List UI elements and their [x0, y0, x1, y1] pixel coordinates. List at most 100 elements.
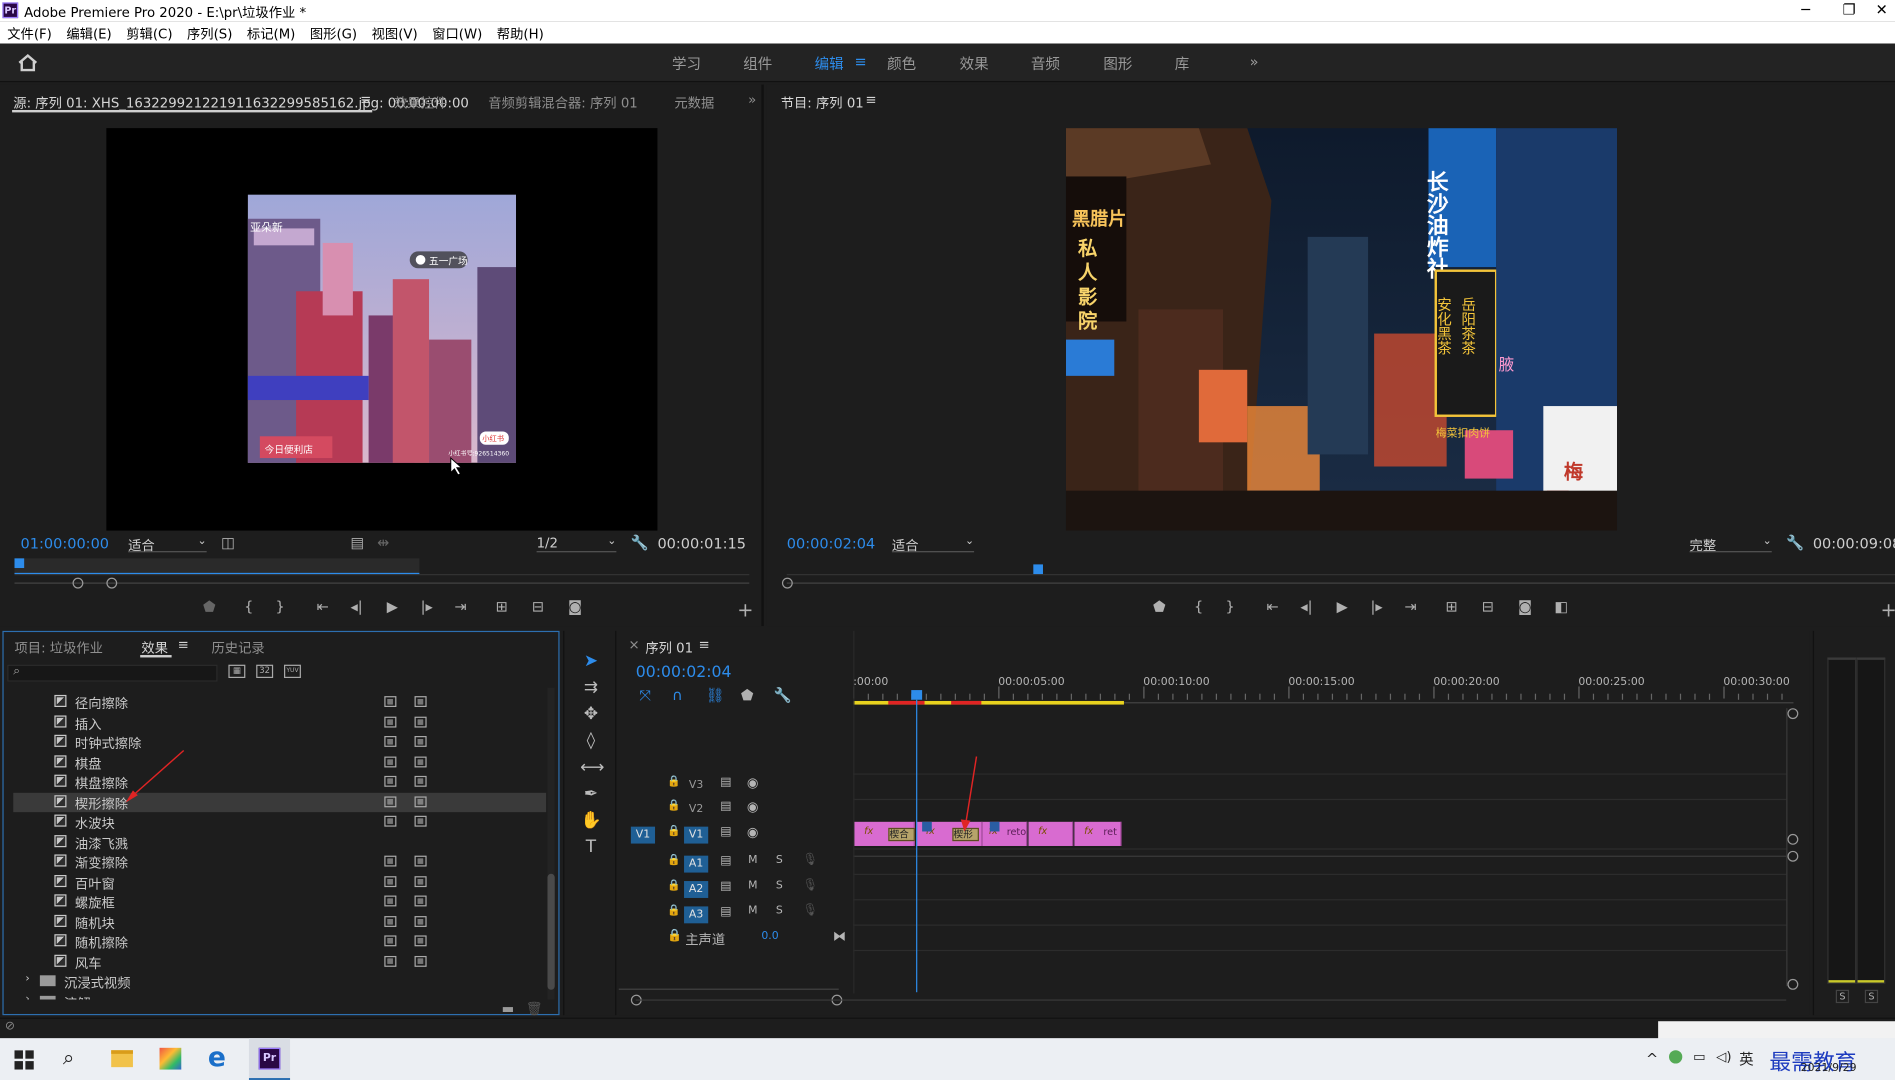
button-editor-add-icon[interactable]: + [737, 598, 753, 621]
menu-edit[interactable]: 编辑(E) [59, 22, 119, 44]
microphone-icon[interactable]: 🎙 [802, 853, 817, 866]
mark-in-icon[interactable]: { [244, 598, 253, 615]
sync-lock-icon[interactable]: ▤ [720, 776, 731, 789]
razor-tool-icon[interactable]: ◊ [580, 730, 602, 752]
home-icon[interactable] [17, 53, 39, 72]
effect-item[interactable]: 螺旋框 ▦ ▦ [13, 892, 546, 911]
source-panel-menu-icon[interactable]: ≡ [360, 92, 371, 108]
vertical-zoom-handle-mid[interactable] [1787, 833, 1799, 845]
pen-tool-icon[interactable]: ✒ [580, 783, 602, 805]
effect-item[interactable]: 径向擦除 ▦ ▦ [13, 692, 546, 712]
effect-item[interactable]: 楔形擦除 ▦ ▦ [13, 792, 547, 812]
go-to-out-icon[interactable]: ⇥ [1404, 598, 1416, 615]
effect-item[interactable]: 百叶窗 ▦ ▦ [13, 872, 546, 891]
effects-scrollbar-thumb[interactable] [547, 873, 555, 990]
file-explorer-icon[interactable] [111, 1050, 133, 1068]
export-frame-icon[interactable]: ◙ [1518, 598, 1532, 615]
go-to-in-icon[interactable]: ⇤ [1267, 598, 1279, 615]
yuv-effects-icon[interactable]: YUV [284, 664, 301, 678]
effect-item[interactable]: 棋盘擦除 ▦ ▦ [13, 772, 546, 792]
type-tool-icon[interactable]: T [580, 836, 602, 858]
step-forward-icon[interactable]: |▸ [1370, 598, 1382, 615]
solo-button[interactable]: S [776, 905, 783, 917]
delete-icon[interactable]: 🗑 [526, 1001, 543, 1017]
tab-program[interactable]: 节目: 序列 01 [781, 93, 864, 112]
zoom-handle-left[interactable] [72, 577, 84, 589]
step-forward-icon[interactable]: |▸ [421, 598, 433, 615]
lock-icon[interactable]: 🔒 [667, 825, 681, 837]
program-timecode[interactable]: 00:00:02:04 [787, 535, 875, 552]
workspace-tab-color[interactable]: 颜色 [887, 53, 916, 74]
timeline-scrollbar[interactable] [635, 999, 1787, 1001]
lock-icon[interactable]: 🔒 [667, 929, 682, 942]
go-to-next-keyframe-icon[interactable]: ⧓ [833, 928, 846, 944]
app-icon[interactable] [159, 1047, 182, 1070]
insert-icon[interactable]: ⊞ [496, 598, 508, 615]
track-target-a3[interactable]: A3 [684, 906, 709, 924]
add-marker-icon[interactable]: ⬟ [1153, 598, 1166, 615]
linked-selection-icon[interactable]: ⛓ [706, 686, 724, 703]
add-marker-icon[interactable]: ⬟ [741, 686, 754, 703]
comparison-view-icon[interactable]: ◧ [1554, 598, 1568, 615]
transition-marker[interactable]: 楔合 [888, 827, 915, 842]
source-timecode[interactable]: 01:00:00:00 [21, 535, 109, 552]
workspace-tab-audio[interactable]: 音频 [1031, 53, 1060, 74]
track-target-v2[interactable]: V2 [684, 801, 708, 818]
panel-overflow-icon[interactable]: » [748, 92, 756, 108]
workspace-tab-assembly[interactable]: 组件 [743, 53, 772, 74]
program-zoom-handle[interactable] [781, 577, 793, 589]
sync-lock-icon[interactable]: ▤ [720, 854, 731, 867]
effect-item[interactable]: 渐变擦除 ▦ ▦ [13, 852, 546, 871]
tab-project[interactable]: 项目: 垃圾作业 [15, 638, 103, 657]
timeline-ruler[interactable]: :00:00 00:00:05:00 00:00:10:00 00:00:15:00 0… [853, 674, 1794, 704]
windows-start-icon[interactable] [14, 1050, 34, 1070]
effect-item[interactable]: 水波块 ▦ ▦ [13, 812, 546, 831]
close-button[interactable]: ✕ [1868, 0, 1895, 22]
sync-lock-icon[interactable]: ▤ [720, 880, 731, 893]
drag-video-icon[interactable]: ⇹ [377, 534, 389, 551]
play-icon[interactable]: ▶ [387, 598, 398, 615]
menu-sequence[interactable]: 序列(S) [180, 22, 240, 44]
solo-button[interactable]: S [776, 854, 783, 866]
source-time-ruler[interactable] [14, 558, 750, 576]
lock-icon[interactable]: 🔒 [667, 800, 681, 812]
timeline-timecode[interactable]: 00:00:02:04 [636, 663, 732, 681]
search-icon[interactable]: ⌕ [63, 1047, 75, 1071]
program-time-ruler[interactable] [786, 558, 1895, 576]
tab-metadata[interactable]: 元数据 [674, 93, 714, 112]
lock-icon[interactable]: 🔒 [667, 776, 681, 788]
settings-wrench-icon[interactable]: 🔧 [1786, 534, 1804, 551]
program-zoom-bar[interactable] [786, 582, 1895, 584]
workspace-tab-effects[interactable]: 效果 [960, 53, 989, 74]
effect-item[interactable]: 随机擦除 ▦ ▦ [13, 932, 546, 951]
effect-item[interactable]: 时钟式擦除 ▦ ▦ [13, 732, 546, 752]
mark-in-icon[interactable]: { [1194, 598, 1203, 615]
track-target-a2[interactable]: A2 [684, 881, 709, 898]
hand-tool-icon[interactable]: ✋ [580, 810, 602, 832]
menu-graphics[interactable]: 图形(G) [303, 22, 365, 44]
tab-history[interactable]: 历史记录 [211, 638, 264, 657]
track-select-tool-icon[interactable]: ⇉ [580, 677, 602, 699]
32-bit-effects-icon[interactable]: 32 [256, 664, 274, 678]
effect-folder[interactable]: › 沉浸式视频 [13, 972, 546, 991]
overwrite-icon[interactable]: ⊟ [532, 598, 544, 615]
safe-margins-icon[interactable]: ◫ [221, 534, 235, 551]
menu-view[interactable]: 视图(V) [364, 22, 425, 44]
selection-tool-icon[interactable]: ➤ [580, 650, 602, 672]
mark-out-icon[interactable]: } [1225, 598, 1234, 615]
settings-wrench-icon[interactable]: 🔧 [631, 534, 649, 551]
lock-icon[interactable]: 🔒 [667, 905, 681, 917]
minimize-button[interactable]: ─ [1781, 0, 1829, 22]
button-editor-add-icon[interactable]: + [1881, 598, 1895, 621]
effect-item[interactable]: 插入 ▦ ▦ [13, 712, 546, 732]
workspace-tab-learn[interactable]: 学习 [672, 53, 701, 74]
add-marker-icon[interactable]: ⬟ [203, 598, 216, 615]
vertical-zoom-handle-mid-2[interactable] [1787, 850, 1799, 862]
input-method-indicator[interactable]: 英 [1739, 1049, 1754, 1070]
transition-icon[interactable] [989, 821, 1000, 832]
play-icon[interactable]: ▶ [1337, 598, 1348, 615]
source-playhead[interactable] [14, 558, 25, 569]
ripple-edit-tool-icon[interactable]: ✥ [580, 703, 602, 725]
microphone-icon[interactable]: 🎙 [802, 879, 817, 892]
menu-clip[interactable]: 剪辑(C) [119, 22, 180, 44]
